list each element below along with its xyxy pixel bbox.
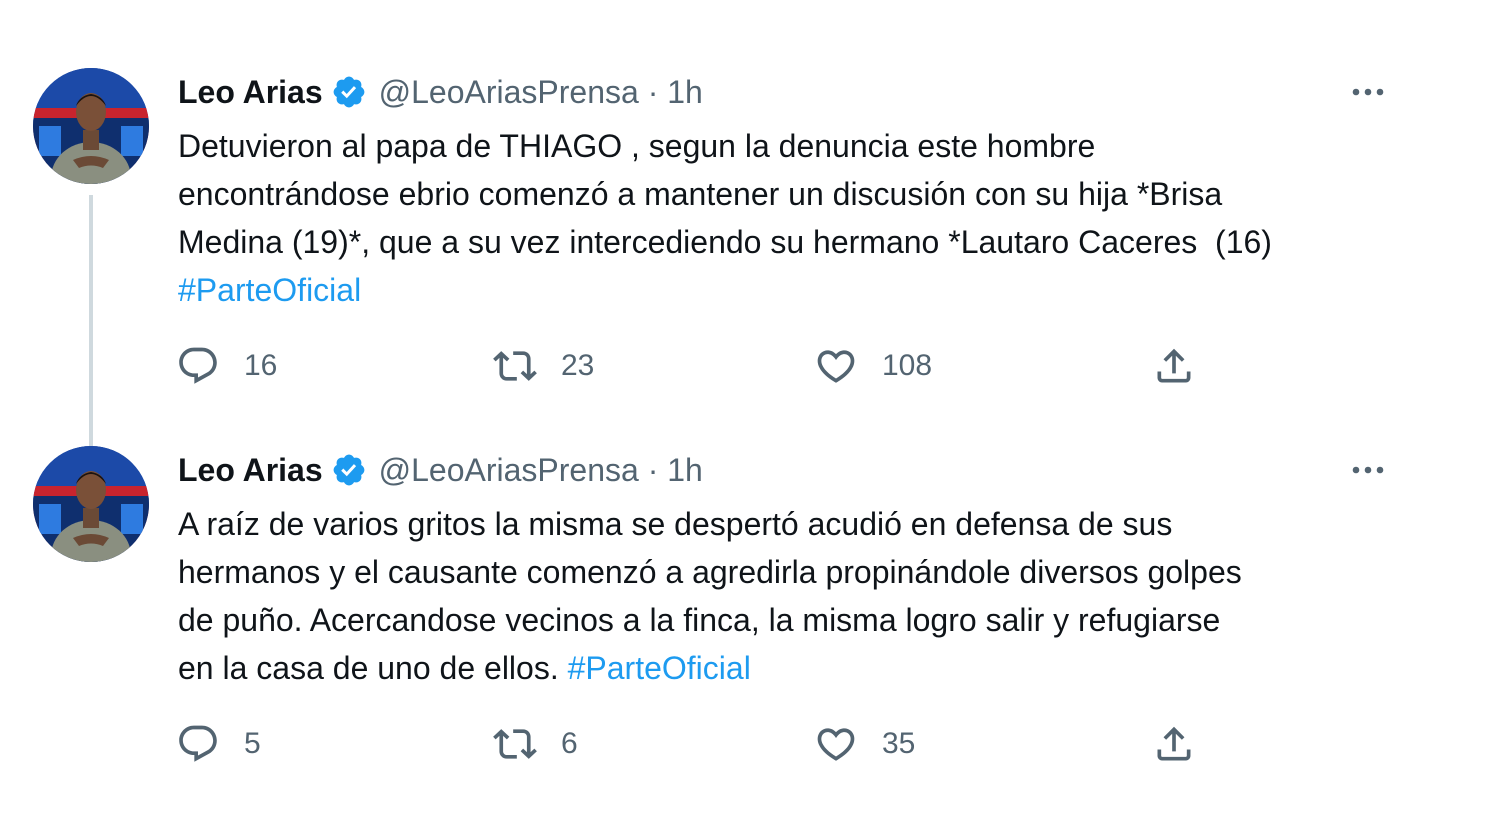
reply-count: 5 <box>244 727 261 760</box>
heart-icon <box>814 344 858 388</box>
hashtag-link[interactable]: #ParteOficial <box>178 272 361 308</box>
hashtag-link[interactable]: #ParteOficial <box>568 650 751 686</box>
tweet-actions: 5 6 35 <box>0 720 1500 770</box>
share-icon <box>1152 344 1196 388</box>
tweet[interactable]: Leo Arias @LeoAriasPrensa · 1h A raíz de… <box>0 438 1500 808</box>
retweet-button[interactable]: 23 <box>493 342 594 390</box>
avatar[interactable] <box>33 446 149 562</box>
heart-icon <box>814 722 858 766</box>
retweet-icon <box>493 722 537 766</box>
tweet-header: Leo Arias @LeoAriasPrensa · 1h <box>178 450 703 490</box>
author-name[interactable]: Leo Arias <box>178 74 323 111</box>
verified-badge-icon <box>331 74 367 110</box>
reply-button[interactable]: 5 <box>176 720 261 768</box>
more-options-icon[interactable] <box>1348 458 1388 482</box>
reply-button[interactable]: 16 <box>176 342 277 390</box>
like-button[interactable]: 108 <box>814 342 932 390</box>
like-button[interactable]: 35 <box>814 720 915 768</box>
verified-badge-icon <box>331 452 367 488</box>
tweet-header: Leo Arias @LeoAriasPrensa · 1h <box>178 72 703 112</box>
author-handle-and-time[interactable]: @LeoAriasPrensa · 1h <box>379 74 703 111</box>
retweet-count: 6 <box>561 727 578 760</box>
retweet-button[interactable]: 6 <box>493 720 578 768</box>
avatar[interactable] <box>33 68 149 184</box>
retweet-count: 23 <box>561 349 595 382</box>
tweet-text: A raíz de varios gritos la misma se desp… <box>178 500 1418 692</box>
author-handle-and-time[interactable]: @LeoAriasPrensa · 1h <box>379 452 703 489</box>
like-count: 108 <box>882 349 933 382</box>
retweet-icon <box>493 344 537 388</box>
like-count: 35 <box>882 727 916 760</box>
tweet-text-content: Detuvieron al papa de THIAGO , segun la … <box>178 128 1272 260</box>
reply-count: 16 <box>244 349 278 382</box>
reply-icon <box>176 722 220 766</box>
tweet-text: Detuvieron al papa de THIAGO , segun la … <box>178 122 1418 314</box>
more-options-icon[interactable] <box>1348 80 1388 104</box>
share-button[interactable] <box>1152 342 1196 390</box>
reply-icon <box>176 344 220 388</box>
tweet[interactable]: Leo Arias @LeoAriasPrensa · 1h Detuviero… <box>0 60 1500 493</box>
share-icon <box>1152 722 1196 766</box>
tweet-actions: 16 23 108 <box>0 342 1500 392</box>
author-name[interactable]: Leo Arias <box>178 452 323 489</box>
share-button[interactable] <box>1152 720 1196 768</box>
